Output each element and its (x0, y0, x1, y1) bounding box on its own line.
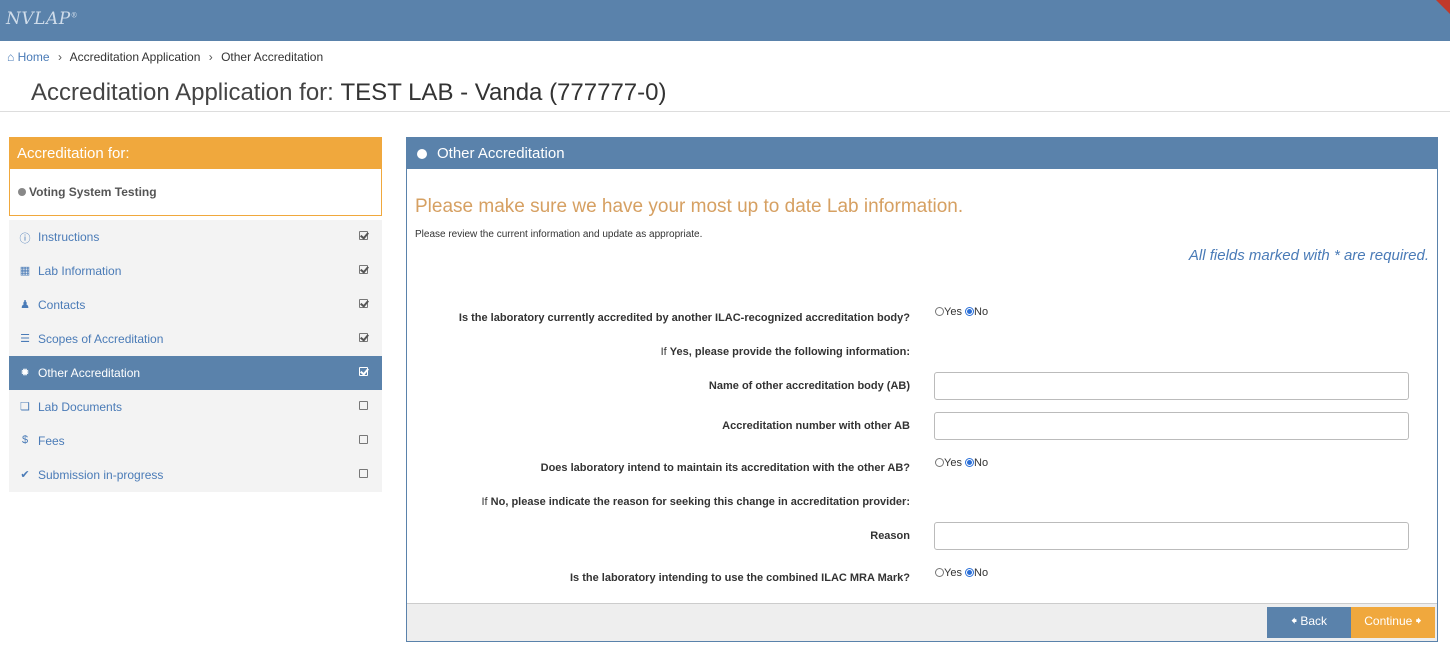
home-icon: ⌂ (7, 50, 15, 64)
panel-footer: 🠸 Back Continue 🠺 (407, 603, 1437, 641)
intro-subtitle: Please review the current information an… (415, 229, 703, 240)
if-yes-instruction: If Yes, please provide the following inf… (660, 346, 910, 358)
q3-label: Is the laboratory intending to use the c… (569, 572, 910, 584)
step-menu: ⓘ Instructions ▦ Lab Information ♟ Conta… (9, 220, 382, 492)
q1-yes-radio[interactable] (935, 307, 944, 316)
back-button[interactable]: 🠸 Back (1267, 607, 1351, 638)
breadcrumb-item: Accreditation Application (69, 50, 201, 64)
q2-radio-group: Yes No (935, 457, 988, 469)
ab-number-label: Accreditation number with other AB (722, 420, 910, 432)
nvlap-logo[interactable]: NVLAP® (6, 9, 78, 29)
q3-no-radio[interactable] (965, 568, 975, 577)
step-complete-checkbox (359, 231, 368, 240)
accreditation-for-header: Accreditation for: (10, 138, 381, 169)
sidebar-item-lab-information[interactable]: ▦ Lab Information (9, 254, 382, 288)
breadcrumb: ⌂ Home › Accreditation Application › Oth… (7, 50, 323, 64)
required-fields-note: All fields marked with * are required. (1188, 247, 1429, 264)
title-divider (0, 111, 1450, 112)
sidebar-item-contacts[interactable]: ♟ Contacts (9, 288, 382, 322)
sidebar-item-instructions[interactable]: ⓘ Instructions (9, 220, 382, 254)
q3-radio-group: Yes No (935, 567, 988, 579)
sidebar-item-other-accreditation[interactable]: ✹ Other Accreditation (9, 356, 382, 390)
q1-no-radio[interactable] (965, 307, 975, 316)
breadcrumb-separator-icon: › (57, 50, 62, 64)
breadcrumb-separator-icon: › (208, 50, 213, 64)
step-incomplete-checkbox (359, 435, 368, 444)
top-navbar: NVLAP® (0, 0, 1450, 41)
arrow-right-icon: 🠺 (1415, 614, 1422, 628)
documents-icon: ❏ (20, 401, 30, 413)
continue-button[interactable]: Continue 🠺 (1351, 607, 1435, 638)
reason-input[interactable] (934, 522, 1409, 550)
sidebar-item-lab-documents[interactable]: ❏ Lab Documents (9, 390, 382, 424)
arrow-left-icon: 🠸 (1290, 614, 1298, 628)
q2-label: Does laboratory intend to maintain its a… (540, 462, 910, 474)
panel-header: Other Accreditation (407, 138, 1437, 169)
breadcrumb-home-link[interactable]: ⌂ Home (7, 50, 50, 64)
accreditation-program: Voting System Testing (10, 169, 381, 199)
accreditation-for-box: Accreditation for: Voting System Testing (9, 137, 382, 216)
q1-label: Is the laboratory currently accredited b… (458, 312, 910, 324)
sidebar-item-fees[interactable]: $ Fees (9, 424, 382, 458)
step-complete-checkbox (359, 299, 368, 308)
step-incomplete-checkbox (359, 401, 368, 410)
q2-no-radio[interactable] (965, 458, 975, 467)
list-icon: ☰ (20, 333, 30, 345)
page-title: Accreditation Application for: TEST LAB … (31, 79, 667, 106)
sidebar-item-submission[interactable]: ✔ Submission in-progress (9, 458, 382, 492)
step-complete-checkbox (359, 265, 368, 274)
user-icon: ♟ (20, 299, 30, 311)
q1-radio-group: Yes No (935, 306, 988, 318)
sidebar-item-scopes[interactable]: ☰ Scopes of Accreditation (9, 322, 382, 356)
program-bullet-icon (18, 188, 26, 196)
corner-ribbon (1436, 0, 1450, 14)
lab-name: TEST LAB - Vanda (777777-0) (340, 79, 667, 106)
dollar-icon: $ (21, 434, 29, 446)
step-incomplete-checkbox (359, 469, 368, 478)
info-icon: ⓘ (19, 233, 31, 245)
ab-name-label: Name of other accreditation body (AB) (708, 380, 910, 392)
reason-label: Reason (870, 530, 910, 542)
ab-name-input[interactable] (934, 372, 1409, 400)
ab-number-input[interactable] (934, 412, 1409, 440)
intro-title: Please make sure we have your most up to… (415, 196, 964, 217)
certificate-icon (417, 149, 427, 159)
q2-yes-radio[interactable] (935, 458, 944, 467)
step-complete-checkbox (359, 333, 368, 342)
check-icon: ✔ (20, 469, 30, 481)
certificate-icon: ✹ (20, 367, 30, 379)
step-complete-checkbox (359, 367, 368, 376)
breadcrumb-item: Other Accreditation (221, 50, 324, 64)
building-icon: ▦ (19, 265, 31, 277)
if-no-instruction: If No, please indicate the reason for se… (481, 496, 910, 508)
q3-yes-radio[interactable] (935, 568, 944, 577)
